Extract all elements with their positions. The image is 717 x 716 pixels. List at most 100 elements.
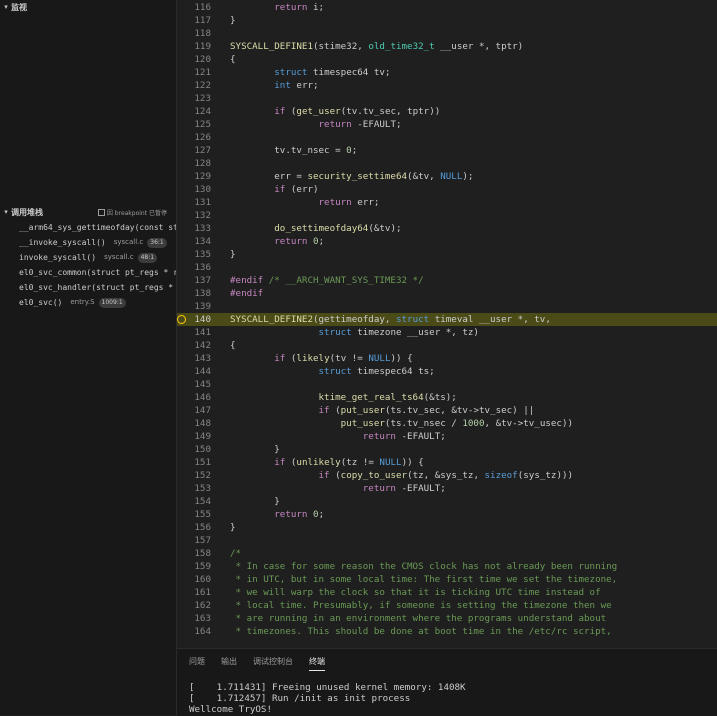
line-number: 136 [194, 262, 211, 273]
frame-function: __invoke_syscall() [19, 238, 106, 247]
code-text: if (put_user(ts.tv_sec, &tv->tv_sec) || [318, 405, 535, 416]
callstack-frame[interactable]: __invoke_syscall() syscall.c 36:1 [0, 235, 176, 250]
code-line[interactable]: 151 if (unlikely(tz != NULL)) { [177, 456, 717, 469]
code-text: } [230, 444, 280, 455]
terminal-output[interactable]: [ 1.711431] Freeing unused kernel memory… [189, 682, 466, 715]
code-text: put_user(ts.tv_nsec / 1000, &tv->tv_usec… [340, 418, 574, 429]
callstack-section-header[interactable]: ▾ 调用堆栈 因 breakpoint 已暂停 [0, 205, 176, 219]
line-number: 125 [194, 119, 211, 130]
callstack-frame[interactable]: el0_svc_common(struct pt_regs * reg [0, 265, 176, 280]
callstack-frame[interactable]: el0_svc_handler(struct pt_regs * re [0, 280, 176, 295]
code-line[interactable]: 156} [177, 521, 717, 534]
frame-file: syscall.c [104, 253, 134, 261]
code-line[interactable]: 152 if (copy_to_user(tz, &sys_tz, sizeof… [177, 469, 717, 482]
code-line[interactable]: 140 SYSCALL_DEFINE2(gettimeofday, struct … [177, 313, 717, 326]
tab-terminal[interactable]: 终端 [309, 656, 325, 671]
frame-position-badge: 48:1 [137, 252, 158, 263]
line-number: 140 [194, 314, 211, 325]
line-number: 139 [194, 301, 211, 312]
code-line[interactable]: 130 if (err) [177, 183, 717, 196]
code-line[interactable]: 116 return i; [177, 1, 717, 14]
tab-problems[interactable]: 问题 [189, 656, 205, 671]
code-text: ktime_get_real_ts64(&ts); [318, 392, 457, 403]
code-text: * are running in an environment where th… [230, 613, 607, 624]
code-text: } [230, 249, 236, 260]
code-line[interactable]: 128 [177, 157, 717, 170]
callstack-frame[interactable]: __arm64_sys_gettimeofday(const stru [0, 220, 176, 235]
line-number: 124 [194, 106, 211, 117]
line-number: 143 [194, 353, 211, 364]
code-line[interactable]: 118 [177, 27, 717, 40]
code-line[interactable]: 137 #endif /* __ARCH_WANT_SYS_TIME32 */ [177, 274, 717, 287]
code-line[interactable]: 157 [177, 534, 717, 547]
frame-function: el0_svc_handler(struct pt_regs * re [19, 283, 176, 292]
line-number: 148 [194, 418, 211, 429]
line-number: 116 [194, 2, 211, 13]
code-text: * we will warp the clock so that it is t… [230, 587, 601, 598]
code-line[interactable]: 154 } [177, 495, 717, 508]
code-text: /* [230, 548, 242, 559]
code-line[interactable]: 134 return 0; [177, 235, 717, 248]
line-number: 134 [194, 236, 211, 247]
code-line[interactable]: 144 struct timespec64 ts; [177, 365, 717, 378]
code-text: struct timespec64 tv; [274, 67, 391, 78]
code-line[interactable]: 122 int err; [177, 79, 717, 92]
code-line[interactable]: 123 [177, 92, 717, 105]
code-line[interactable]: 132 [177, 209, 717, 222]
code-text: if (get_user(tv.tv_sec, tptr)) [274, 106, 441, 117]
line-number: 161 [194, 587, 211, 598]
code-line[interactable]: 124 if (get_user(tv.tv_sec, tptr)) [177, 105, 717, 118]
line-number: 154 [194, 496, 211, 507]
code-line[interactable]: 121 struct timespec64 tv; [177, 66, 717, 79]
code-line[interactable]: 155 return 0; [177, 508, 717, 521]
code-line[interactable]: 117} [177, 14, 717, 27]
code-line[interactable]: 158 /* [177, 547, 717, 560]
code-line[interactable]: 129 err = security_settime64(&tv, NULL); [177, 170, 717, 183]
paused-status: 因 breakpoint 已暂停 [97, 208, 167, 217]
code-editor[interactable]: 116 return i; 117} 118 119 SYSCALL_DEFINE1(s… [177, 0, 717, 648]
code-line[interactable]: 145 [177, 378, 717, 391]
code-line[interactable]: 136 [177, 261, 717, 274]
code-line[interactable]: 120 { [177, 53, 717, 66]
frame-function: el0_svc() [19, 298, 63, 307]
code-line[interactable]: 143 if (likely(tv != NULL)) { [177, 352, 717, 365]
tab-debug-console[interactable]: 调试控制台 [253, 656, 293, 671]
code-line[interactable]: 141 struct timezone __user *, tz) [177, 326, 717, 339]
code-line[interactable]: 142 { [177, 339, 717, 352]
code-line[interactable]: 131 return err; [177, 196, 717, 209]
code-line[interactable]: 163 * are running in an environment wher… [177, 612, 717, 625]
code-line[interactable]: 139 [177, 300, 717, 313]
line-number: 117 [194, 15, 211, 26]
code-line[interactable]: 164 * timezones. This should be done at … [177, 625, 717, 638]
code-line[interactable]: 127 tv.tv_nsec = 0; [177, 144, 717, 157]
callstack-frame[interactable]: el0_svc() entry.S 1009:1 [0, 295, 176, 310]
code-line[interactable]: 148 put_user(ts.tv_nsec / 1000, &tv->tv_… [177, 417, 717, 430]
code-line[interactable]: 162 * local time. Presumably, if someone… [177, 599, 717, 612]
code-line[interactable]: 150 } [177, 443, 717, 456]
line-number: 164 [194, 626, 211, 637]
code-line[interactable]: 125 return -EFAULT; [177, 118, 717, 131]
code-line[interactable]: 153 return -EFAULT; [177, 482, 717, 495]
code-line[interactable]: 149 return -EFAULT; [177, 430, 717, 443]
code-line[interactable]: 119 SYSCALL_DEFINE1(stime32, old_time32_t… [177, 40, 717, 53]
code-line[interactable]: 133 do_settimeofday64(&tv); [177, 222, 717, 235]
code-line[interactable]: 160 * in UTC, but in some local time: Th… [177, 573, 717, 586]
code-line[interactable]: 138 #endif [177, 287, 717, 300]
frame-file: entry.S [70, 298, 95, 306]
code-line[interactable]: 159 * In case for some reason the CMOS c… [177, 560, 717, 573]
line-number: 141 [194, 327, 211, 338]
callstack-list: __arm64_sys_gettimeofday(const stru __inv… [0, 220, 176, 310]
line-number: 156 [194, 522, 211, 533]
frame-function: el0_svc_common(struct pt_regs * reg [19, 268, 176, 277]
code-line[interactable]: 161 * we will warp the clock so that it … [177, 586, 717, 599]
code-line[interactable]: 146 ktime_get_real_ts64(&ts); [177, 391, 717, 404]
code-text: return i; [274, 2, 325, 13]
code-line[interactable]: 135} [177, 248, 717, 261]
callstack-frame[interactable]: invoke_syscall() syscall.c 48:1 [0, 250, 176, 265]
code-line[interactable]: 126 [177, 131, 717, 144]
tab-output[interactable]: 输出 [221, 656, 237, 671]
line-number: 153 [194, 483, 211, 494]
line-number: 145 [194, 379, 211, 390]
watch-section-header[interactable]: ▾ 监视 [0, 0, 176, 14]
code-line[interactable]: 147 if (put_user(ts.tv_sec, &tv->tv_sec)… [177, 404, 717, 417]
